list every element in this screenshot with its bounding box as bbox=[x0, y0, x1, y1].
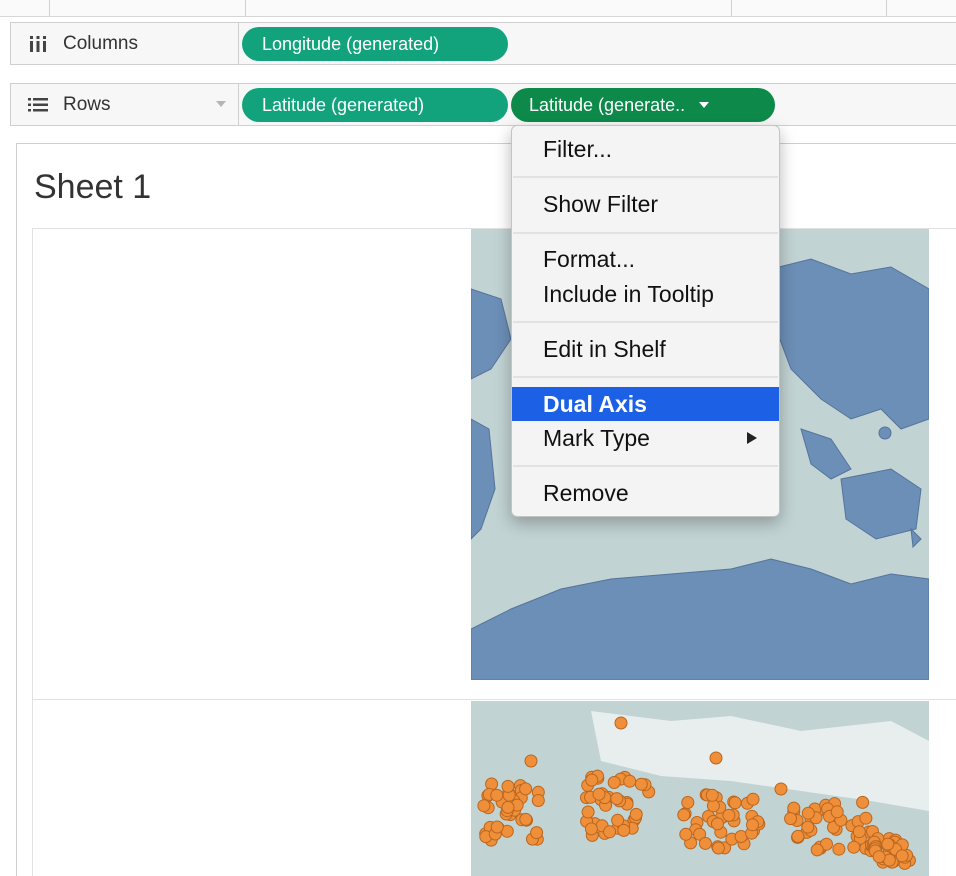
column-divider bbox=[49, 0, 50, 16]
menu-item-dual-axis[interactable]: Dual Axis bbox=[512, 387, 779, 421]
map-mark[interactable] bbox=[623, 774, 637, 788]
context-menu: Filter... Show Filter Format... Include … bbox=[511, 125, 780, 517]
menu-item-edit-in-shelf[interactable]: Edit in Shelf bbox=[512, 332, 779, 366]
longitude-pill[interactable]: Longitude (generated) bbox=[242, 27, 508, 61]
map-mark[interactable] bbox=[585, 773, 599, 787]
columns-shelf-icon bbox=[27, 35, 49, 52]
map-mark[interactable] bbox=[519, 812, 533, 826]
map-mark[interactable] bbox=[617, 823, 631, 837]
map-mark[interactable] bbox=[791, 829, 805, 843]
map-mark[interactable] bbox=[531, 794, 545, 807]
map-mark[interactable] bbox=[746, 818, 759, 832]
chevron-down-icon[interactable] bbox=[216, 101, 226, 107]
rows-shelf-icon bbox=[27, 97, 49, 113]
menu-item-include-in-tooltip[interactable]: Include in Tooltip bbox=[512, 277, 779, 311]
menu-item-filter[interactable]: Filter... bbox=[512, 132, 779, 166]
map-mark[interactable] bbox=[784, 812, 798, 826]
column-divider bbox=[245, 0, 246, 16]
menu-item-mark-type[interactable]: Mark Type bbox=[512, 421, 779, 455]
column-divider bbox=[886, 0, 887, 16]
pane-divider bbox=[32, 699, 956, 700]
map-bottom-pane[interactable] bbox=[471, 701, 929, 876]
map-mark[interactable] bbox=[711, 817, 724, 831]
menu-item-show-filter[interactable]: Show Filter bbox=[512, 187, 779, 221]
column-divider bbox=[731, 0, 732, 16]
map-mark[interactable] bbox=[830, 805, 844, 819]
menu-item-format[interactable]: Format... bbox=[512, 242, 779, 276]
sheet-title: Sheet 1 bbox=[34, 168, 152, 206]
map-mark[interactable] bbox=[603, 825, 617, 839]
map-mark[interactable] bbox=[728, 796, 742, 810]
menu-item-mark-type-label: Mark Type bbox=[543, 425, 650, 451]
map-mark[interactable] bbox=[679, 827, 693, 841]
pill-label: Latitude (generated) bbox=[262, 94, 425, 115]
map-mark[interactable] bbox=[872, 850, 886, 864]
map-mark[interactable] bbox=[681, 796, 695, 809]
map-mark[interactable] bbox=[801, 806, 815, 820]
map-mark[interactable] bbox=[581, 805, 595, 819]
map-mark[interactable] bbox=[859, 811, 873, 825]
pill-label: Longitude (generated) bbox=[262, 33, 440, 54]
map-mark[interactable] bbox=[524, 754, 538, 768]
map-mark[interactable] bbox=[629, 807, 643, 821]
map-mark[interactable] bbox=[501, 779, 515, 793]
map-mark[interactable] bbox=[530, 826, 544, 840]
menu-item-remove[interactable]: Remove bbox=[512, 476, 779, 510]
columns-shelf-text: Columns bbox=[63, 32, 138, 54]
rows-shelf-text: Rows bbox=[63, 93, 111, 115]
map-mark[interactable] bbox=[584, 822, 598, 836]
chevron-down-icon[interactable] bbox=[699, 102, 710, 108]
rows-shelf[interactable]: Rows Latitude (generated) Latitude (gene… bbox=[10, 83, 956, 126]
menu-separator bbox=[513, 321, 778, 323]
map-mark[interactable] bbox=[677, 808, 691, 822]
top-strip bbox=[0, 0, 956, 17]
submenu-arrow-icon bbox=[747, 432, 757, 444]
map-mark[interactable] bbox=[614, 716, 628, 730]
map-mark[interactable] bbox=[856, 795, 870, 809]
map-mark[interactable] bbox=[607, 776, 621, 789]
map-mark[interactable] bbox=[832, 842, 846, 856]
menu-separator bbox=[513, 176, 778, 178]
map-mark[interactable] bbox=[490, 820, 504, 834]
columns-shelf-label: Columns bbox=[11, 23, 239, 64]
pill-label: Latitude (generate.. bbox=[529, 94, 686, 115]
map-mark[interactable] bbox=[774, 782, 788, 796]
rows-shelf-label: Rows bbox=[11, 84, 239, 125]
map-mark[interactable] bbox=[705, 788, 719, 802]
map-mark[interactable] bbox=[709, 751, 723, 765]
menu-separator bbox=[513, 465, 778, 467]
map-mark[interactable] bbox=[852, 825, 866, 839]
map-mark[interactable] bbox=[895, 849, 909, 863]
map-mark[interactable] bbox=[490, 788, 504, 802]
map-mark[interactable] bbox=[711, 841, 725, 855]
map-mark[interactable] bbox=[881, 837, 895, 851]
map-mark[interactable] bbox=[634, 777, 648, 791]
menu-separator bbox=[513, 232, 778, 234]
menu-separator bbox=[513, 376, 778, 378]
latitude-pill[interactable]: Latitude (generated) bbox=[242, 88, 508, 122]
map-mark[interactable] bbox=[698, 836, 712, 850]
latitude-pill-active[interactable]: Latitude (generate.. bbox=[511, 88, 775, 122]
map-mark[interactable] bbox=[801, 820, 815, 834]
map-mark[interactable] bbox=[477, 799, 491, 813]
map-mark[interactable] bbox=[501, 800, 515, 814]
map-mark[interactable] bbox=[746, 792, 760, 806]
map-mark[interactable] bbox=[610, 792, 624, 806]
map-mark[interactable] bbox=[592, 787, 606, 801]
map-mark[interactable] bbox=[847, 840, 861, 854]
map-mark[interactable] bbox=[519, 782, 533, 796]
map-mark[interactable] bbox=[810, 843, 824, 857]
columns-shelf[interactable]: Columns Longitude (generated) bbox=[10, 22, 956, 65]
